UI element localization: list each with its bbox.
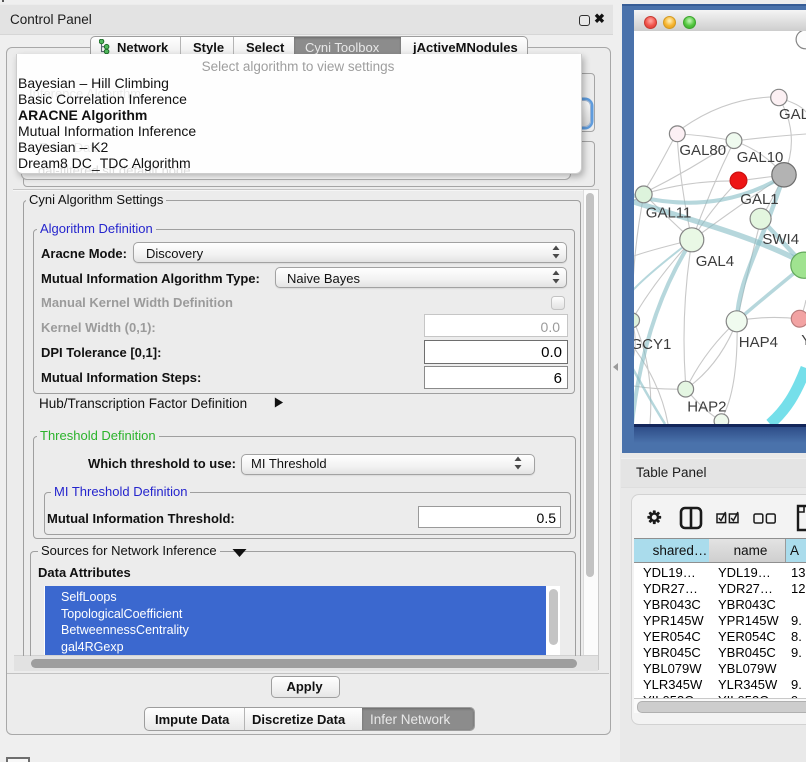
svg-text:Y: Y	[801, 332, 806, 349]
svg-text:GAL1: GAL1	[740, 191, 778, 208]
svg-text:GAL7: GAL7	[779, 106, 806, 123]
svg-text:GAL11: GAL11	[646, 205, 692, 222]
svg-text:GCY1: GCY1	[634, 336, 671, 353]
svg-text:GAL80: GAL80	[679, 142, 726, 159]
svg-text:GAL10: GAL10	[737, 149, 784, 166]
svg-text:HAP2: HAP2	[687, 398, 726, 415]
svg-text:HAP4: HAP4	[739, 334, 778, 351]
svg-text:SWI4: SWI4	[762, 231, 799, 248]
svg-text:GAL4: GAL4	[696, 253, 734, 270]
